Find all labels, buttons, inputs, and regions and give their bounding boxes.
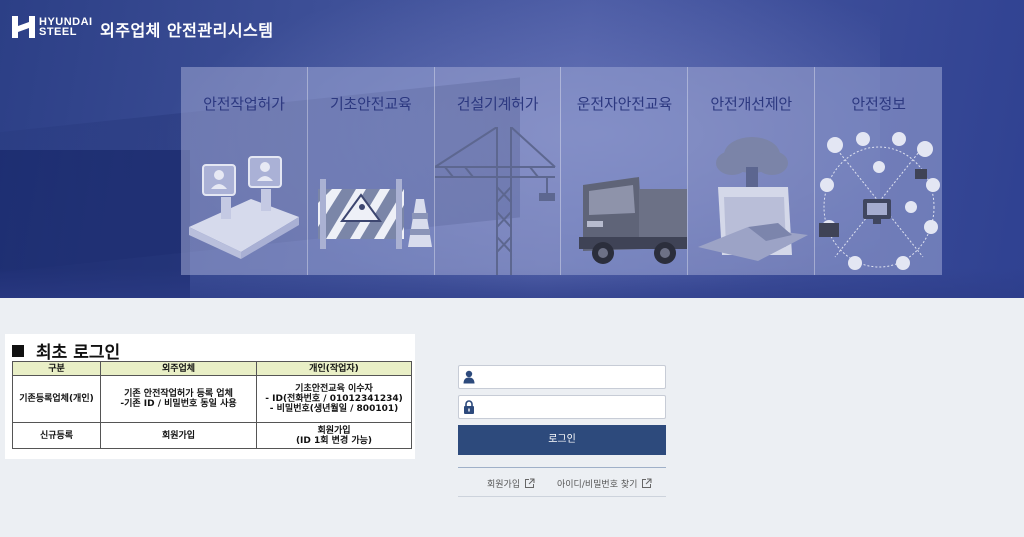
- hyundai-steel-logo[interactable]: HYUNDAI STEEL: [12, 16, 93, 38]
- menu-tile-label: 기초안전교육: [329, 95, 412, 113]
- menu-tile-construction-machine-permit[interactable]: 건설기계허가: [434, 67, 562, 275]
- meeting-chat-icon: [189, 156, 299, 259]
- table-cell-person: 회원가입 (ID 1회 변경 가능): [256, 422, 412, 449]
- menu-tile-driver-safety-education[interactable]: 운전자안전교육: [561, 67, 689, 275]
- menu-tile-work-permit[interactable]: 안전작업허가: [181, 67, 308, 275]
- find-link-label: 아이디/비밀번호 찾기: [557, 480, 638, 490]
- menu-tile-label: 운전자안전교육: [576, 95, 672, 113]
- menu-tile-label: 건설기계허가: [456, 95, 539, 113]
- menu-tile-label: 안전정보: [851, 95, 906, 113]
- id-input[interactable]: [479, 366, 663, 388]
- menu-tile-safety-information[interactable]: 안전정보: [815, 67, 942, 275]
- password-field: [458, 395, 666, 419]
- table-header: 개인(작업자): [256, 361, 412, 376]
- menu-tile-safety-improvement-proposal[interactable]: 안전개선제안: [688, 67, 816, 275]
- truck-icon: [579, 177, 688, 264]
- guide-title-text: 최초 로그인: [36, 343, 121, 363]
- table-row: 기존등록업체(개인) 기존 안전작업허가 등록 업체 -기존 ID / 비밀번호…: [12, 375, 412, 423]
- table-header: 구분: [12, 361, 101, 376]
- tower-crane-icon: [434, 127, 556, 275]
- lock-icon: [464, 400, 474, 414]
- menu-tile-label: 안전개선제안: [710, 95, 793, 113]
- cloud-upload-icon: [698, 137, 809, 261]
- guide-table: 구분 외주업체 개인(작업자) 기존등록업체(개인) 기존 안전작업허가 등록 …: [12, 361, 412, 449]
- network-devices-icon: [819, 132, 941, 270]
- signup-link[interactable]: 회원가입: [487, 477, 535, 490]
- external-link-icon: [642, 478, 652, 488]
- password-input[interactable]: [479, 396, 663, 418]
- table-row: 신규등록 회원가입 회원가입 (ID 1회 변경 가능): [12, 422, 412, 449]
- guide-title: 최초 로그인: [12, 338, 120, 363]
- table-cell-company: 기존 안전작업허가 등록 업체 -기존 ID / 비밀번호 동일 사용: [100, 375, 257, 423]
- login-form: 로그인 회원가입 아이디/비밀번호 찾기: [458, 365, 666, 497]
- table-cell-company: 회원가입: [100, 422, 257, 449]
- user-icon: [463, 370, 475, 384]
- hero-banner: HYUNDAI STEEL 외주업체 안전관리시스템 안전작업허가 기초안전교육…: [0, 0, 1024, 298]
- table-cell-type: 신규등록: [12, 422, 101, 449]
- table-cell-type: 기존등록업체(개인): [12, 375, 101, 423]
- logo-line-2: STEEL: [39, 26, 77, 38]
- find-id-password-link[interactable]: 아이디/비밀번호 찾기: [557, 477, 652, 490]
- divider: [458, 496, 666, 497]
- square-bullet-icon: [12, 344, 24, 357]
- first-login-guide: 최초 로그인 구분 외주업체 개인(작업자) 기존등록업체(개인) 기존 안전작…: [5, 334, 415, 459]
- hyundai-h-icon: [12, 16, 35, 38]
- system-title: 외주업체 안전관리시스템: [100, 21, 274, 40]
- construction-barrier-icon: [317, 179, 432, 249]
- external-link-icon: [525, 478, 535, 488]
- signup-link-label: 회원가입: [487, 480, 521, 490]
- menu-tile-basic-safety-education[interactable]: 기초안전교육: [307, 67, 435, 275]
- id-field: [458, 365, 666, 389]
- table-cell-person: 기초안전교육 이수자 - ID(전화번호 / 01012341234) - 비밀…: [256, 375, 412, 423]
- table-header-row: 구분 외주업체 개인(작업자): [12, 361, 412, 376]
- menu-tile-label: 안전작업허가: [203, 95, 285, 113]
- main-menu: 안전작업허가 기초안전교육 건설기계허가 운전자안전교육 안전개선제안 안전정보: [181, 67, 942, 275]
- table-header: 외주업체: [100, 361, 257, 376]
- login-button[interactable]: 로그인: [458, 425, 666, 455]
